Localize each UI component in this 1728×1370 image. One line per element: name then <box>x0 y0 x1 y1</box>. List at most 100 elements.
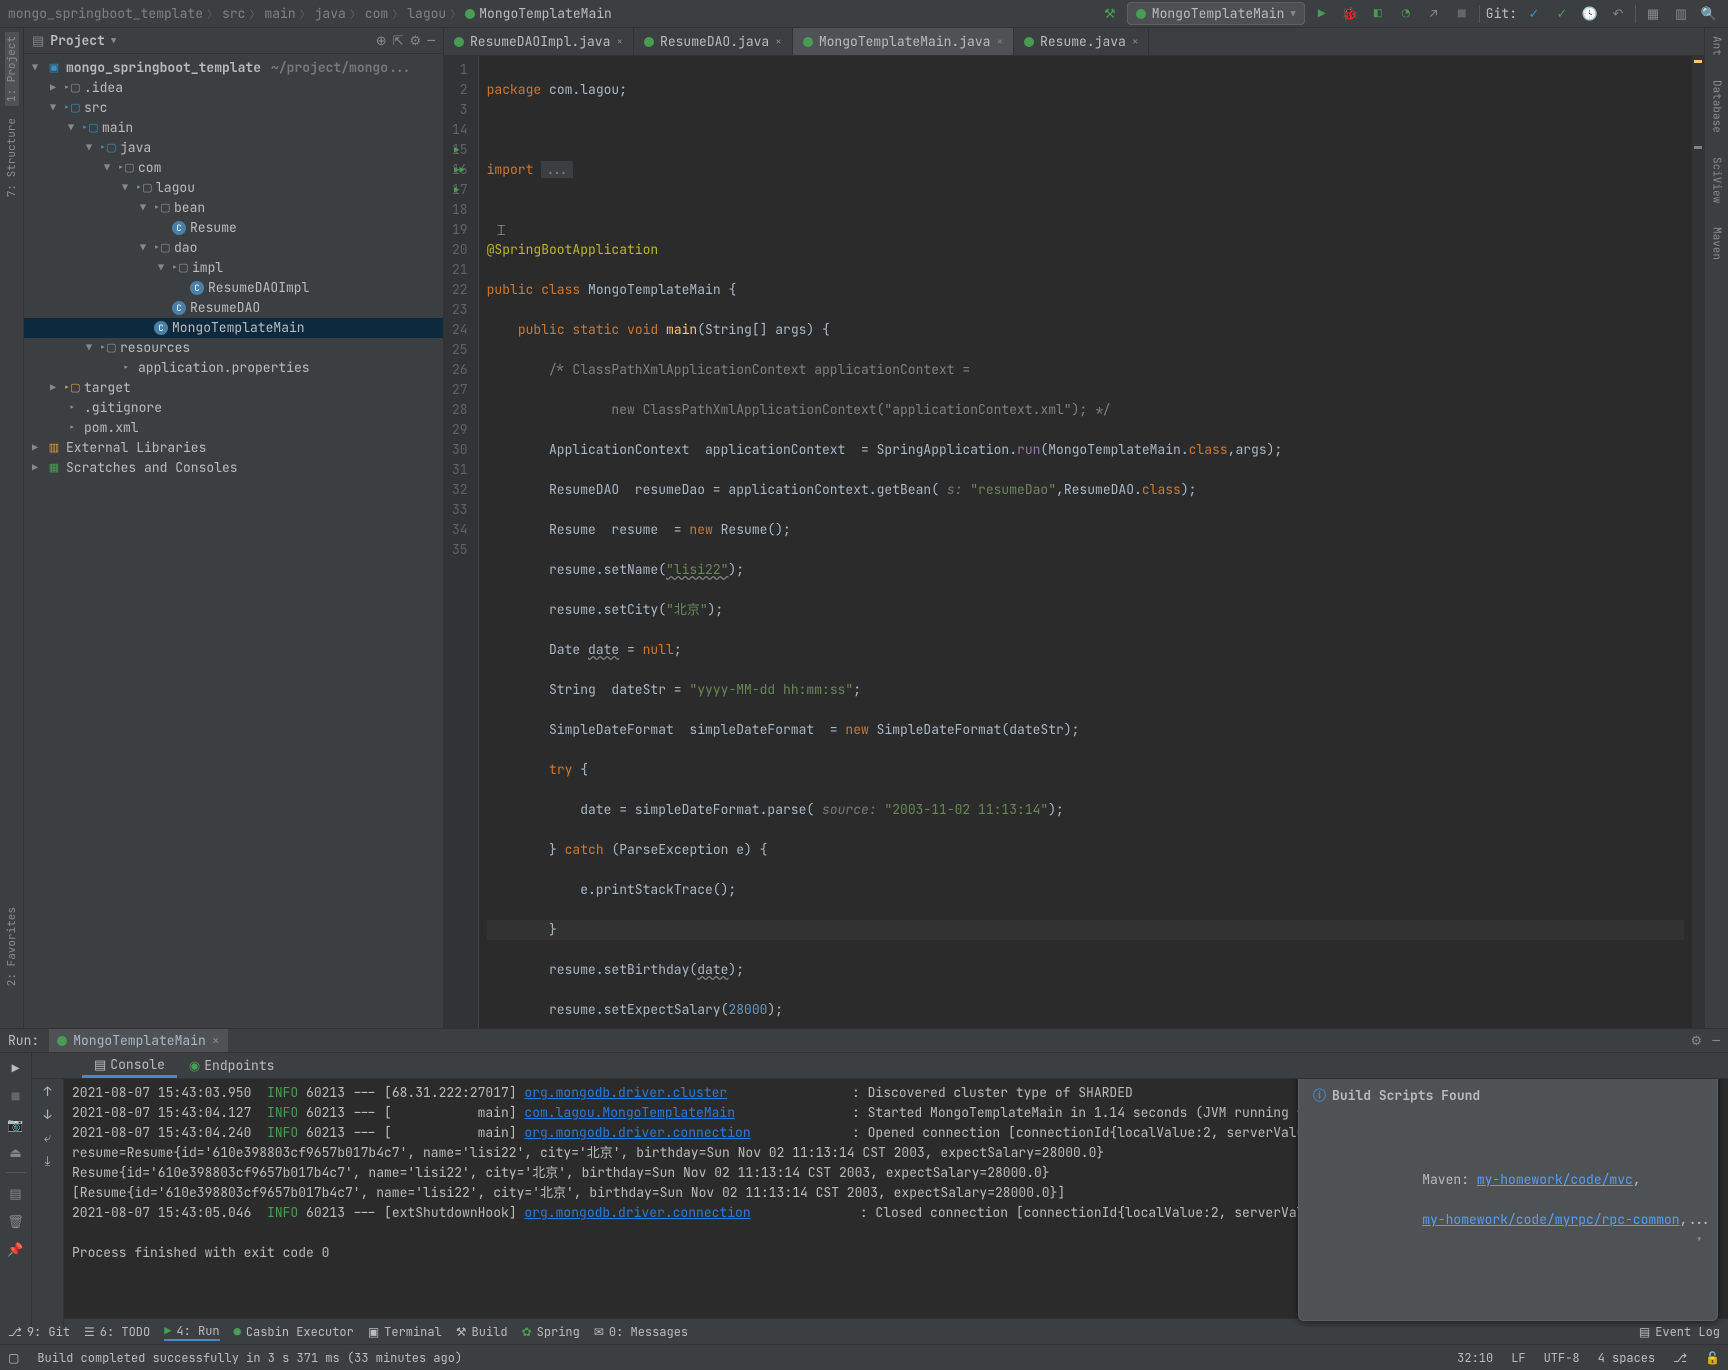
profile-button[interactable]: ◔ <box>1395 3 1417 25</box>
rerun-button[interactable]: ▶ <box>5 1057 27 1079</box>
gutter-line[interactable]: 25 <box>452 340 468 360</box>
gutter-line[interactable]: ▶15 <box>452 140 468 160</box>
file-encoding[interactable]: UTF-8 <box>1544 1350 1580 1366</box>
tree-item[interactable]: ▼▸▢bean <box>24 198 443 218</box>
line-separator[interactable]: LF <box>1511 1350 1525 1366</box>
close-icon[interactable]: × <box>1132 35 1139 49</box>
camera-icon[interactable]: 📷 <box>5 1113 27 1135</box>
run-gutter-icon[interactable]: ▶ <box>454 140 459 160</box>
tree-item[interactable]: ▶▸▢target <box>24 378 443 398</box>
gear-icon[interactable]: ⚙ <box>1691 1032 1703 1049</box>
notification-link[interactable]: my-homework/code/mvc <box>1477 1171 1633 1188</box>
breadcrumb-item[interactable]: src <box>222 5 245 22</box>
gutter-line[interactable]: 1 <box>452 60 468 80</box>
stop-button[interactable]: ■ <box>1451 3 1473 25</box>
run-config-selector[interactable]: MongoTemplateMain ▼ <box>1127 2 1305 25</box>
ide-settings-button[interactable]: ▥ <box>1670 3 1692 25</box>
gutter-line[interactable]: 27 <box>452 380 468 400</box>
scroll-end-icon[interactable]: ⤓ <box>45 1152 51 1169</box>
tree-scratches[interactable]: ▶ ▦ Scratches and Consoles <box>24 458 443 478</box>
tree-item[interactable]: CMongoTemplateMain <box>24 318 443 338</box>
menu-icon[interactable]: ▢ <box>8 1350 19 1366</box>
tree-arrow-icon[interactable]: ▼ <box>100 158 114 178</box>
search-everywhere-button[interactable]: 🔍 <box>1698 3 1720 25</box>
gutter-line[interactable]: 21 <box>452 260 468 280</box>
tree-arrow-icon[interactable]: ▶ <box>28 458 42 478</box>
pin-icon[interactable]: 📌 <box>5 1238 27 1260</box>
gutter-line[interactable]: 20 <box>452 240 468 260</box>
gutter-line[interactable]: 22 <box>452 280 468 300</box>
exit-icon[interactable]: ⏏ <box>5 1141 27 1163</box>
tree-external-libs[interactable]: ▶ ▥ External Libraries <box>24 438 443 458</box>
tree-item[interactable]: ▼▸▢dao <box>24 238 443 258</box>
tool-tab-maven[interactable]: Maven <box>1710 223 1724 264</box>
gutter-line[interactable]: 29 <box>452 420 468 440</box>
notification-link[interactable]: my-homework/code/myrpc/rpc-common <box>1422 1211 1679 1228</box>
tree-item[interactable]: ▸pom.xml <box>24 418 443 438</box>
gutter-line[interactable]: 26 <box>452 360 468 380</box>
breadcrumb-item[interactable]: java <box>315 5 346 22</box>
tree-item[interactable]: ▼▸▢impl <box>24 258 443 278</box>
tree-item[interactable]: ▼▸▢resources <box>24 338 443 358</box>
git-history-button[interactable]: 🕓 <box>1579 3 1601 25</box>
breadcrumb-item[interactable]: main <box>264 5 295 22</box>
close-icon[interactable]: × <box>996 35 1003 49</box>
cursor-position[interactable]: 32:10 <box>1457 1350 1493 1366</box>
debug-button[interactable]: 🐞 <box>1339 3 1361 25</box>
gutter-line[interactable]: ▶▶16 <box>452 160 468 180</box>
gutter-line[interactable]: 28 <box>452 400 468 420</box>
git-branch-icon[interactable]: ⎇ <box>1673 1350 1687 1366</box>
tree-item[interactable]: CResumeDAO <box>24 298 443 318</box>
tree-item[interactable]: ▼▸▢java <box>24 138 443 158</box>
tree-item[interactable]: ▶▸▢.idea <box>24 78 443 98</box>
trash-icon[interactable]: 🗑 <box>5 1210 27 1232</box>
ide-update-button[interactable]: ▦ <box>1642 3 1664 25</box>
gutter-line[interactable]: 19 <box>452 220 468 240</box>
breadcrumb-item[interactable]: lagou <box>407 5 446 22</box>
gutter-line[interactable]: 23 <box>452 300 468 320</box>
up-arrow-icon[interactable]: ↑ <box>44 1083 52 1100</box>
locate-icon[interactable]: ⊕ <box>376 32 387 49</box>
gutter-line[interactable]: 24 <box>452 320 468 340</box>
run-button[interactable]: ▶ <box>1311 3 1333 25</box>
gutter-line[interactable]: 33 <box>452 500 468 520</box>
git-rollback-button[interactable]: ↶ <box>1607 3 1629 25</box>
tree-arrow-icon[interactable]: ▼ <box>136 238 150 258</box>
gutter-line[interactable]: 18 <box>452 200 468 220</box>
gear-icon[interactable]: ⚙ <box>410 32 422 49</box>
close-icon[interactable]: × <box>775 35 782 49</box>
project-tree[interactable]: ▼ ▣ mongo_springboot_template ~/project/… <box>24 54 443 1028</box>
breadcrumb-item[interactable]: mongo_springboot_template <box>8 5 203 22</box>
gutter-line[interactable]: 14 <box>452 120 468 140</box>
indent-setting[interactable]: 4 spaces <box>1598 1350 1656 1366</box>
editor-tab[interactable]: Resume.java × <box>1014 28 1149 55</box>
notification-popup[interactable]: ⓘ Build Scripts Found Maven: my-homework… <box>1298 1079 1718 1321</box>
tree-arrow-icon[interactable]: ▶ <box>46 378 60 398</box>
tree-item[interactable]: ▼▸▢com <box>24 158 443 178</box>
tool-tab-ant[interactable]: Ant <box>1710 32 1724 60</box>
gutter-line[interactable]: 30 <box>452 440 468 460</box>
down-arrow-icon[interactable]: ↓ <box>44 1106 52 1123</box>
tree-item[interactable]: ▸.gitignore <box>24 398 443 418</box>
tool-tab-sciview[interactable]: SciView <box>1710 153 1724 207</box>
hide-icon[interactable]: — <box>427 32 435 49</box>
tree-item[interactable]: ▼▸▢lagou <box>24 178 443 198</box>
breadcrumb-item[interactable]: MongoTemplateMain <box>479 5 612 22</box>
editor-tab[interactable]: ResumeDAO.java × <box>634 28 793 55</box>
run-gutter-icon[interactable]: ▶ <box>454 180 459 200</box>
tree-arrow-icon[interactable]: ▼ <box>154 258 168 278</box>
tree-item[interactable]: ▼▸▢main <box>24 118 443 138</box>
tree-arrow-icon[interactable]: ▼ <box>64 118 78 138</box>
close-icon[interactable]: × <box>616 35 623 49</box>
git-update-button[interactable]: ✓ <box>1523 3 1545 25</box>
tool-tab-database[interactable]: Database <box>1710 76 1724 137</box>
console-output[interactable]: 2021-08-07 15:43:03.950 INFO 60213 --- [… <box>64 1079 1728 1327</box>
tool-tab-favorites[interactable]: 2: Favorites <box>5 903 19 990</box>
breadcrumb-item[interactable]: com <box>365 5 388 22</box>
tool-tab-project[interactable]: 1: Project <box>5 32 19 106</box>
gutter-line[interactable]: 32 <box>452 480 468 500</box>
tree-arrow-icon[interactable]: ▼ <box>82 338 96 358</box>
tree-arrow-icon[interactable]: ▼ <box>82 138 96 158</box>
tree-arrow-icon[interactable]: ▶ <box>28 438 42 458</box>
tree-arrow-icon[interactable]: ▼ <box>46 98 60 118</box>
